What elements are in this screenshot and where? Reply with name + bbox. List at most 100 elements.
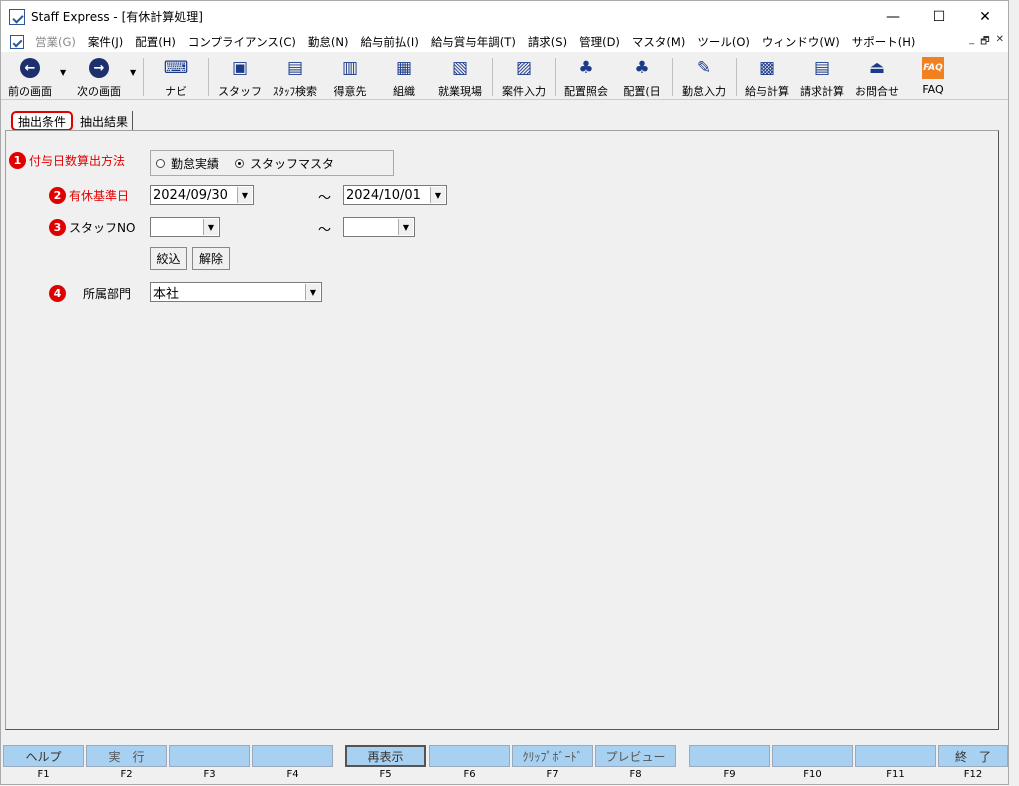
attendance-entry-icon: ✎ [696, 58, 712, 78]
back-arrow-icon: ← [20, 58, 40, 78]
step-2-badge: 2 [49, 187, 66, 204]
menu-support[interactable]: サポート(H) [847, 34, 923, 50]
forward-arrow-icon: → [89, 58, 109, 78]
dept-select[interactable]: 本社 ▼ [150, 282, 322, 302]
f3-button[interactable] [169, 745, 250, 767]
faq-icon: FAQ [922, 57, 944, 79]
window-title: Staff Express - [有休計算処理] [31, 10, 203, 24]
menu-billing[interactable]: 請求(S) [523, 34, 574, 50]
billing-icon: ▤ [813, 58, 831, 78]
f8-preview-button[interactable]: プレビュー [595, 745, 676, 767]
app-window: Staff Express - [有休計算処理] — ☐ ✕ 営業(G) 案件(… [0, 0, 1009, 785]
inquiry-icon: ⏏ [868, 58, 886, 78]
app-icon [9, 8, 25, 25]
staff-no-label: 3 スタッフNO [49, 219, 135, 236]
filter-button[interactable]: 絞込 [150, 247, 187, 270]
method-option-attendance[interactable]: 勤怠実績 [156, 155, 219, 172]
menu-master[interactable]: マスタ(M) [627, 34, 692, 50]
toolbar: ← 前の画面 ▼ → 次の画面 ▼ ⌨ ナビ ▣ スタッフ ▤ ｽﾀｯﾌ検索 ▥… [1, 54, 1008, 100]
base-date-to-select[interactable]: 2024/10/01 ▼ [343, 185, 447, 205]
menu-sales[interactable]: 営業(G) [30, 34, 83, 50]
tab-conditions[interactable]: 抽出条件 [11, 111, 74, 131]
f9-button[interactable] [689, 745, 770, 767]
minimize-button[interactable]: — [870, 1, 916, 32]
case-entry-button[interactable]: ▨ 案件入力 [498, 54, 550, 100]
method-radio-group: 勤怠実績 スタッフマスタ [150, 150, 394, 176]
attendance-entry-button[interactable]: ✎ 勤怠入力 [678, 54, 730, 100]
back-button[interactable]: ← 前の画面 [3, 54, 57, 100]
client-icon: ▥ [341, 58, 359, 78]
menu-management[interactable]: 管理(D) [574, 34, 627, 50]
clear-button[interactable]: 解除 [192, 247, 230, 270]
tab-bar: 抽出条件 抽出結果 [11, 111, 134, 131]
dept-label: 4 所属部門 [49, 285, 131, 302]
placement-inquiry-button[interactable]: ♣ 配置照会 [560, 54, 612, 100]
f4-button[interactable] [252, 745, 333, 767]
staff-search-button[interactable]: ▤ ｽﾀｯﾌ検索 [267, 54, 323, 100]
chevron-down-icon[interactable]: ▼ [305, 284, 320, 300]
staff-search-icon: ▤ [286, 58, 304, 78]
keyboard-icon: ⌨ [163, 58, 189, 78]
f2-execute-button[interactable]: 実 行 [86, 745, 167, 767]
menu-tools[interactable]: ツール(O) [692, 34, 757, 50]
menu-attendance[interactable]: 勤怠(N) [303, 34, 356, 50]
staff-no-to-select[interactable]: ▼ [343, 217, 415, 237]
f7-clipboard-button[interactable]: ｸﾘｯﾌﾟﾎﾞｰﾄﾞ [512, 745, 593, 767]
f5-refresh-button[interactable]: 再表示 [345, 745, 426, 767]
faq-button[interactable]: FAQ FAQ [913, 54, 953, 100]
placement-daily-icon: ♣ [634, 58, 650, 78]
menu-compliance[interactable]: コンプライアンス(C) [183, 34, 303, 50]
method-label: 1 付与日数算出方法 [9, 152, 125, 169]
f11-button[interactable] [855, 745, 936, 767]
chevron-down-icon[interactable]: ▼ [398, 219, 413, 235]
step-1-badge: 1 [9, 152, 26, 169]
worksite-button[interactable]: ▧ 就業現場 [434, 54, 486, 100]
chevron-down-icon[interactable]: ▼ [237, 187, 252, 203]
base-date-from-select[interactable]: 2024/09/30 ▼ [150, 185, 254, 205]
mdi-close-button[interactable]: ✕ [996, 34, 1004, 51]
radio-selected-icon [235, 158, 245, 168]
placement-daily-button[interactable]: ♣ 配置(日 [618, 54, 666, 100]
case-entry-icon: ▨ [515, 58, 533, 78]
menu-case[interactable]: 案件(J) [83, 34, 130, 50]
forward-button[interactable]: → 次の画面 [71, 54, 127, 100]
payroll-icon: ▩ [758, 58, 776, 78]
menu-payroll-bonus[interactable]: 給与賞与年調(T) [426, 34, 523, 50]
worksite-icon: ▧ [451, 58, 469, 78]
maximize-button[interactable]: ☐ [916, 1, 962, 32]
base-date-label: 2 有休基準日 [49, 187, 129, 204]
step-4-badge: 4 [49, 285, 66, 302]
mdi-minimize-button[interactable]: _ [969, 34, 974, 51]
radio-icon [156, 158, 165, 168]
f12-exit-button[interactable]: 終 了 [938, 745, 1008, 767]
method-option-staff-master[interactable]: スタッフマスタ [235, 155, 334, 172]
menu-placement[interactable]: 配置(H) [130, 34, 183, 50]
f6-button[interactable] [429, 745, 510, 767]
chevron-down-icon[interactable]: ▼ [203, 219, 218, 235]
menu-window[interactable]: ウィンドウ(W) [757, 34, 847, 50]
forward-dropdown-icon[interactable]: ▼ [130, 68, 136, 77]
document-icon[interactable] [10, 35, 24, 49]
close-button[interactable]: ✕ [962, 1, 1008, 32]
billing-button[interactable]: ▤ 請求計算 [796, 54, 848, 100]
f1-help-button[interactable]: ヘルプ [3, 745, 84, 767]
tab-results[interactable]: 抽出結果 [76, 111, 134, 131]
range-separator: ～ [318, 191, 332, 206]
inquiry-button[interactable]: ⏏ お問合せ [852, 54, 902, 100]
chevron-down-icon[interactable]: ▼ [430, 187, 445, 203]
step-3-badge: 3 [49, 219, 66, 236]
range-separator: ～ [318, 223, 332, 238]
mdi-restore-button[interactable]: 🗗 [980, 34, 989, 51]
staff-icon: ▣ [231, 58, 249, 78]
function-key-bar: ヘルプ F1 実 行 F2 F3 F4 再表示 F5 F6 ｸﾘｯﾌﾟﾎﾞｰﾄﾞ… [1, 745, 1010, 786]
placement-inquiry-icon: ♣ [578, 58, 594, 78]
client-button[interactable]: ▥ 得意先 [329, 54, 371, 100]
navi-button[interactable]: ⌨ ナビ [156, 54, 196, 100]
staff-no-from-select[interactable]: ▼ [150, 217, 220, 237]
f10-button[interactable] [772, 745, 853, 767]
menu-salary-advance[interactable]: 給与前払(I) [355, 34, 425, 50]
organization-button[interactable]: ▦ 組織 [386, 54, 422, 100]
back-dropdown-icon[interactable]: ▼ [60, 68, 66, 77]
payroll-button[interactable]: ▩ 給与計算 [741, 54, 793, 100]
staff-button[interactable]: ▣ スタッフ [218, 54, 262, 100]
